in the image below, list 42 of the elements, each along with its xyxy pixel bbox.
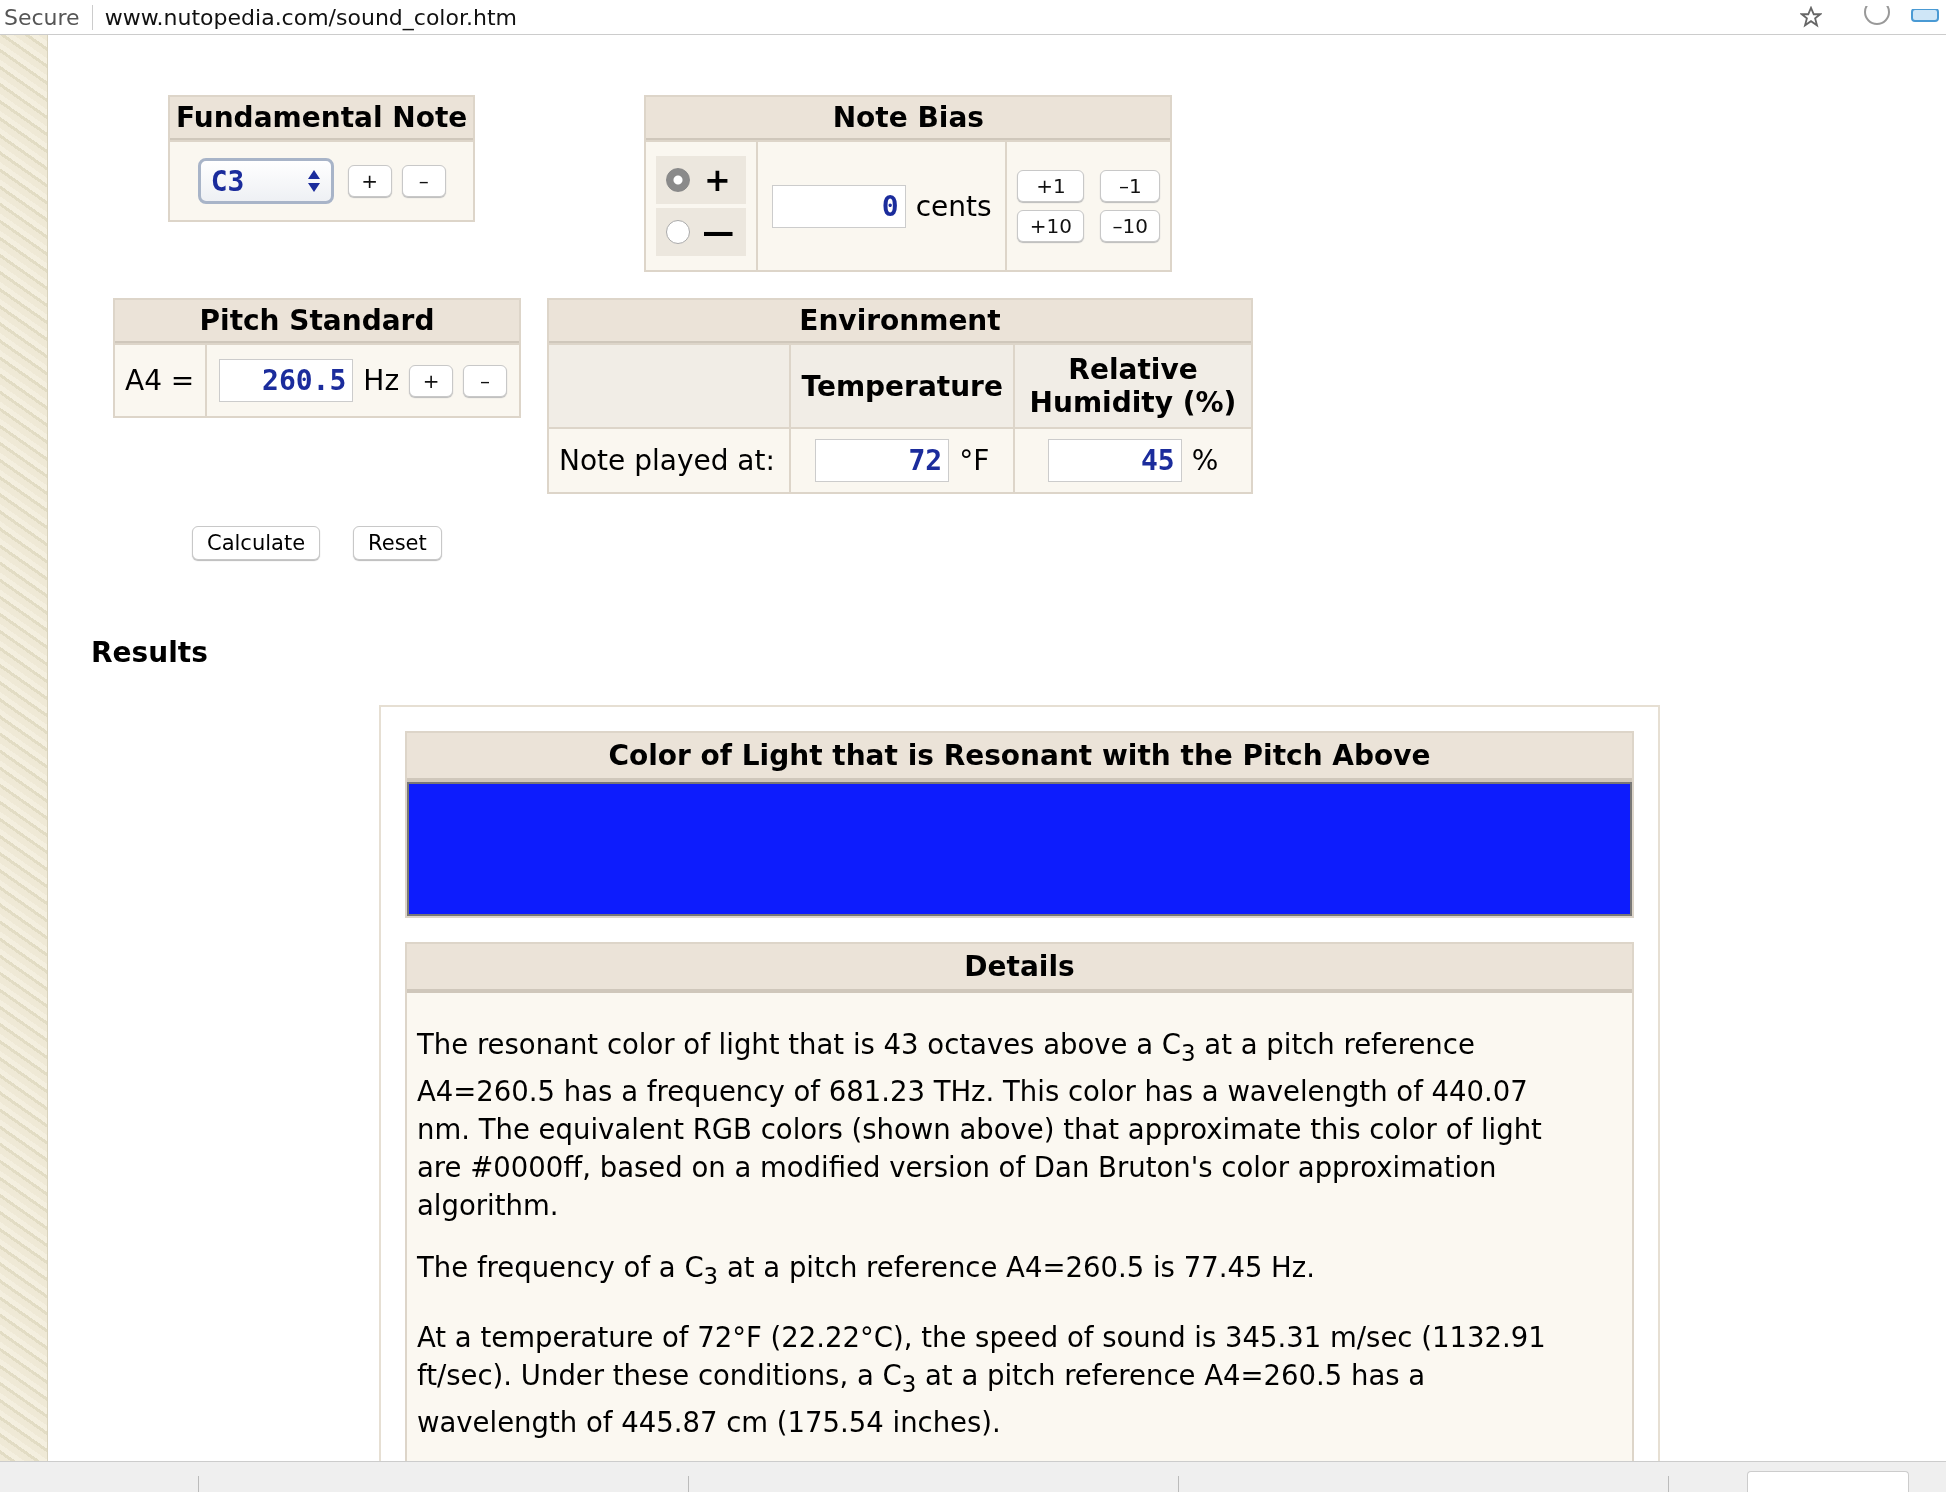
note-select[interactable]: C3	[197, 158, 334, 204]
action-button[interactable]: Calculate	[192, 526, 321, 560]
panel-header: Pitch Standard	[115, 300, 519, 343]
a4-label: A4 =	[125, 364, 195, 397]
humidity-field[interactable]: 45	[1047, 439, 1182, 482]
panel-header: Color of Light that is Resonant with the Pitch Above	[407, 733, 1632, 782]
radio-button[interactable]	[666, 168, 691, 192]
sign-label: +	[702, 160, 732, 200]
step-button[interactable]: –1	[1100, 170, 1161, 202]
panel-header: Fundamental Note	[170, 97, 474, 140]
action-button[interactable]: Reset	[353, 526, 442, 560]
panel-header: Environment	[549, 300, 1251, 343]
step-button[interactable]: +	[347, 165, 392, 197]
column-header: Temperature	[791, 345, 1013, 427]
details-paragraph: The resonant color of light that is 43 octaves above a C$_{3}$ at a pitch reference A4=260.5 has a frequency of 681.23 THz. This color has a wavelength of 440.07 nm. The equivalent RGB colors (shown above) that approximate this color of light are #0000ff, based on a modified version of Dan Bruton's color approximation algorithm.	[417, 1027, 1543, 1223]
details-paragraph: At a temperature of 72°F (22.22°C), the speed of sound is 345.31 m/sec (1132.91 ft/sec). Under these conditions, a C$_{3}$ at a pitch reference A4=260.5 has a wavelength of 445.87 cm (175.54 inches).	[417, 1320, 1547, 1440]
unit-label: Hz	[363, 364, 400, 397]
details-paragraph: The frequency of a C$_{3}$ at a pitch reference A4=260.5 is 77.45 Hz.	[417, 1249, 1316, 1290]
security-label: Secure	[0, 4, 93, 30]
extension-icon[interactable]	[1910, 9, 1940, 25]
panel-header: Note Bias	[646, 97, 1171, 140]
stepper-icon	[306, 169, 321, 193]
results-heading: Results	[91, 636, 209, 669]
panel-header: Details	[407, 944, 1632, 993]
unit-label: °F	[959, 444, 990, 477]
step-button[interactable]: +	[409, 364, 454, 397]
sign-label: —	[702, 212, 733, 252]
unit-label: cents	[915, 189, 992, 223]
url-text[interactable]: www.nutopedia.com/sound_color.htm	[92, 4, 517, 30]
step-button[interactable]: –10	[1100, 210, 1161, 242]
temperature-field[interactable]: 72	[815, 439, 950, 482]
radio-button[interactable]	[666, 220, 691, 244]
star-icon[interactable]	[1800, 6, 1822, 28]
row-label: Note played at:	[559, 444, 775, 477]
step-button[interactable]: –	[401, 165, 446, 197]
cents-field[interactable]: 0	[771, 184, 906, 228]
step-button[interactable]: +10	[1017, 210, 1085, 242]
column-header: Relative Humidity (%)	[1015, 345, 1251, 427]
unit-label: %	[1191, 444, 1219, 477]
pitch-field[interactable]: 260.5	[219, 359, 354, 402]
step-button[interactable]: –	[463, 364, 508, 397]
step-button[interactable]: +1	[1017, 170, 1085, 202]
